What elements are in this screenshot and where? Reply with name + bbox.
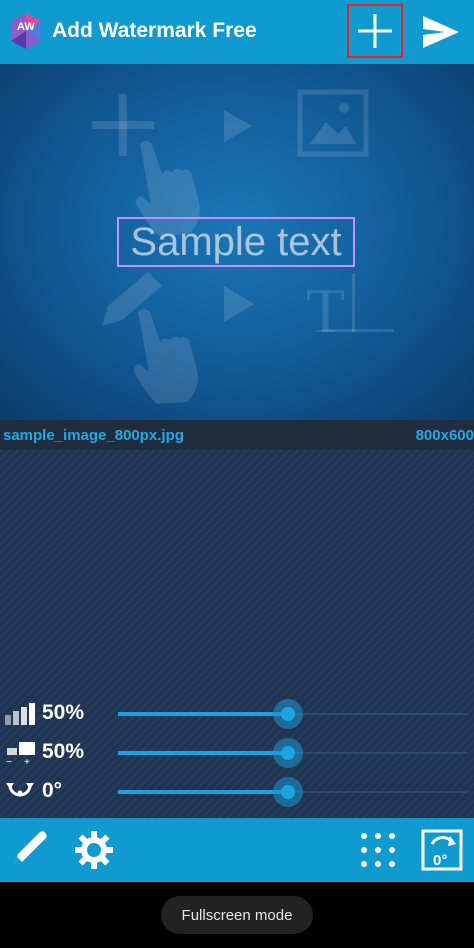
text-cursor-icon: T <box>306 275 345 346</box>
send-button[interactable] <box>416 8 466 56</box>
play-icon <box>224 110 252 142</box>
gear-icon <box>75 831 113 869</box>
slider-fill <box>118 751 288 755</box>
workspace-panel: 50% − + 50% 0° <box>0 450 474 818</box>
slider-fill <box>118 712 288 716</box>
opacity-slider-row: 50% <box>0 697 474 731</box>
logo-text: AW <box>17 21 35 33</box>
rotation-slider-thumb[interactable] <box>273 777 303 807</box>
app-title: Add Watermark Free <box>52 19 257 42</box>
bottom-toolbar: 0° <box>0 818 474 882</box>
file-name: sample_image_800px.jpg <box>3 426 184 444</box>
image-preview[interactable]: T Sample text <box>0 64 474 420</box>
opacity-slider-thumb[interactable] <box>273 699 303 729</box>
system-nav-bar: Fullscreen mode <box>0 882 474 948</box>
image-icon <box>297 89 369 157</box>
scale-slider-row: − + 50% <box>0 736 474 770</box>
opacity-value: 50% <box>42 701 85 724</box>
plus-icon <box>358 14 392 48</box>
rotate-image-button[interactable]: 0° <box>420 828 464 872</box>
add-watermark-button[interactable] <box>347 4 403 58</box>
rotate-icon: 0° <box>421 829 463 871</box>
send-icon <box>423 16 459 48</box>
position-grid-button[interactable] <box>356 828 400 872</box>
watermark-selection-box[interactable]: Sample text <box>117 217 355 267</box>
svg-text:+: + <box>24 757 30 766</box>
pencil-icon <box>14 831 47 866</box>
rotate-label: 0° <box>433 852 447 869</box>
rotation-value: 0° <box>42 779 63 802</box>
grid-dots-icon <box>361 833 395 867</box>
pencil-icon <box>102 272 162 326</box>
scale-icon: − + <box>6 742 35 766</box>
svg-text:−: − <box>6 757 12 766</box>
scale-value: 50% <box>42 740 85 763</box>
rotation-icon <box>6 783 34 797</box>
file-dimensions: 800x600 <box>415 426 474 444</box>
edit-button[interactable] <box>8 828 52 872</box>
rotation-slider-row: 0° <box>0 775 474 809</box>
file-info-bar: sample_image_800px.jpg 800x600 <box>0 420 474 450</box>
slider-fill <box>118 790 288 794</box>
opacity-icon <box>5 703 35 725</box>
app-header: AW Add Watermark Free <box>0 0 474 64</box>
watermark-text: Sample text <box>130 219 342 264</box>
app-logo: AW <box>8 12 44 50</box>
fullscreen-mode-button[interactable]: Fullscreen mode <box>161 896 313 934</box>
settings-button[interactable] <box>72 828 116 872</box>
scale-slider-thumb[interactable] <box>273 738 303 768</box>
